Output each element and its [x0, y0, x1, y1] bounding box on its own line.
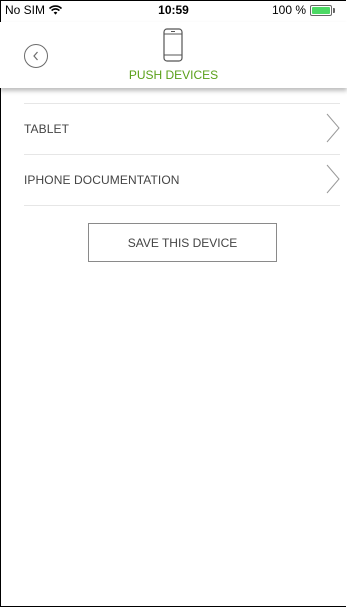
status-right: 100 % [272, 3, 336, 17]
device-item-iphone-documentation[interactable]: IPHONE DOCUMENTATION [24, 154, 340, 206]
save-device-button[interactable]: SAVE THIS DEVICE [88, 223, 277, 262]
device-label: IPHONE DOCUMENTATION [24, 173, 180, 187]
battery-icon [310, 4, 336, 16]
device-item-tablet[interactable]: TABLET [24, 103, 340, 154]
device-label: TABLET [24, 122, 70, 136]
device-list: TABLET IPHONE DOCUMENTATION [24, 103, 340, 206]
header: PUSH DEVICES [0, 22, 347, 88]
battery-fill [312, 6, 331, 14]
smartphone-icon [163, 28, 183, 62]
battery-tip [333, 7, 336, 13]
page-title: PUSH DEVICES [128, 68, 219, 82]
chevron-right-icon [326, 113, 340, 143]
chevron-right-icon [326, 164, 340, 194]
back-button[interactable] [24, 44, 48, 68]
back-chevron-icon [33, 51, 38, 61]
battery-percent: 100 % [272, 3, 307, 17]
status-bar: No SIM 10:59 100 % [0, 0, 347, 22]
screen [0, 0, 346, 607]
